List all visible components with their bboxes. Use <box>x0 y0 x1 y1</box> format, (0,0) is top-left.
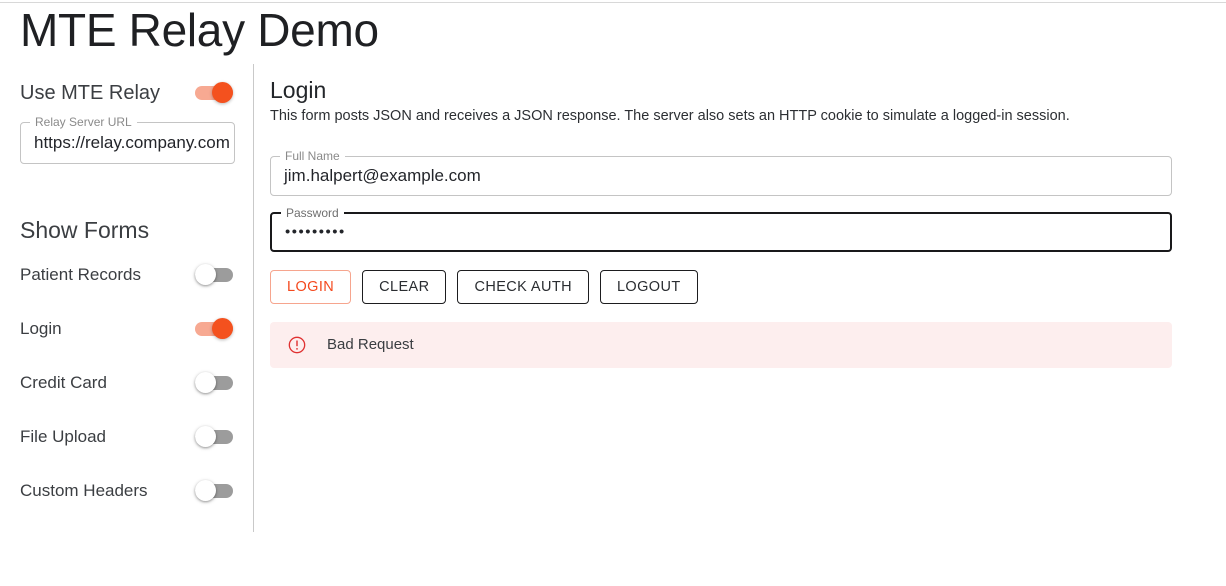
toggle-login[interactable] <box>195 318 233 340</box>
password-legend: Password <box>281 206 344 220</box>
section-description: This form posts JSON and receives a JSON… <box>270 108 1070 124</box>
toggle-credit-card[interactable] <box>195 372 233 394</box>
error-alert-text: Bad Request <box>327 336 414 353</box>
sidebar: Use MTE Relay Relay Server URL https://r… <box>0 64 253 544</box>
form-toggle-patient-records: Patient Records <box>20 260 233 290</box>
form-toggle-label: Login <box>20 319 62 338</box>
form-toggle-label: Custom Headers <box>20 481 148 500</box>
toggle-thumb <box>195 426 216 447</box>
toggle-thumb <box>195 264 216 285</box>
app-root: MTE Relay Demo Use MTE Relay Relay Serve… <box>0 0 1226 586</box>
login-button[interactable]: LOGIN <box>270 270 352 304</box>
form-toggle-custom-headers: Custom Headers <box>20 476 233 506</box>
full-name-value[interactable]: jim.halpert@example.com <box>284 166 481 186</box>
error-circle-icon <box>288 336 306 354</box>
toggle-thumb <box>212 318 233 339</box>
logout-button[interactable]: LOGOUT <box>599 270 698 304</box>
main-panel: Login This form posts JSON and receives … <box>254 64 1226 544</box>
form-toggle-file-upload: File Upload <box>20 422 233 452</box>
use-mte-relay-toggle[interactable] <box>195 82 233 104</box>
action-button-row: LOGIN CLEAR CHECK AUTH LOGOUT <box>270 270 698 304</box>
clear-button[interactable]: CLEAR <box>362 270 447 304</box>
form-toggle-label: Credit Card <box>20 373 107 392</box>
use-mte-relay-row: Use MTE Relay <box>20 76 233 110</box>
full-name-legend: Full Name <box>280 149 345 163</box>
page-title: MTE Relay Demo <box>20 4 379 56</box>
form-toggle-label: Patient Records <box>20 265 141 284</box>
form-toggle-credit-card: Credit Card <box>20 368 233 398</box>
relay-server-url-field[interactable]: Relay Server URL https://relay.company.c… <box>20 115 235 164</box>
error-alert: Bad Request <box>270 322 1172 368</box>
use-mte-relay-label: Use MTE Relay <box>20 82 161 104</box>
password-field[interactable]: Password ••••••••• <box>270 206 1172 252</box>
show-forms-heading: Show Forms <box>20 217 150 243</box>
toggle-file-upload[interactable] <box>195 426 233 448</box>
toggle-custom-headers[interactable] <box>195 480 233 502</box>
section-title: Login <box>270 77 327 103</box>
toggle-thumb <box>212 82 233 103</box>
relay-server-url-legend: Relay Server URL <box>30 115 137 129</box>
toggle-thumb <box>195 480 216 501</box>
password-value[interactable]: ••••••••• <box>285 224 346 241</box>
form-toggle-label: File Upload <box>20 427 106 446</box>
toggle-patient-records[interactable] <box>195 264 233 286</box>
full-name-field[interactable]: Full Name jim.halpert@example.com <box>270 149 1172 196</box>
check-auth-button[interactable]: CHECK AUTH <box>457 270 589 304</box>
relay-server-url-value[interactable]: https://relay.company.com <box>34 133 230 153</box>
toggle-thumb <box>195 372 216 393</box>
form-toggle-login: Login <box>20 314 233 344</box>
